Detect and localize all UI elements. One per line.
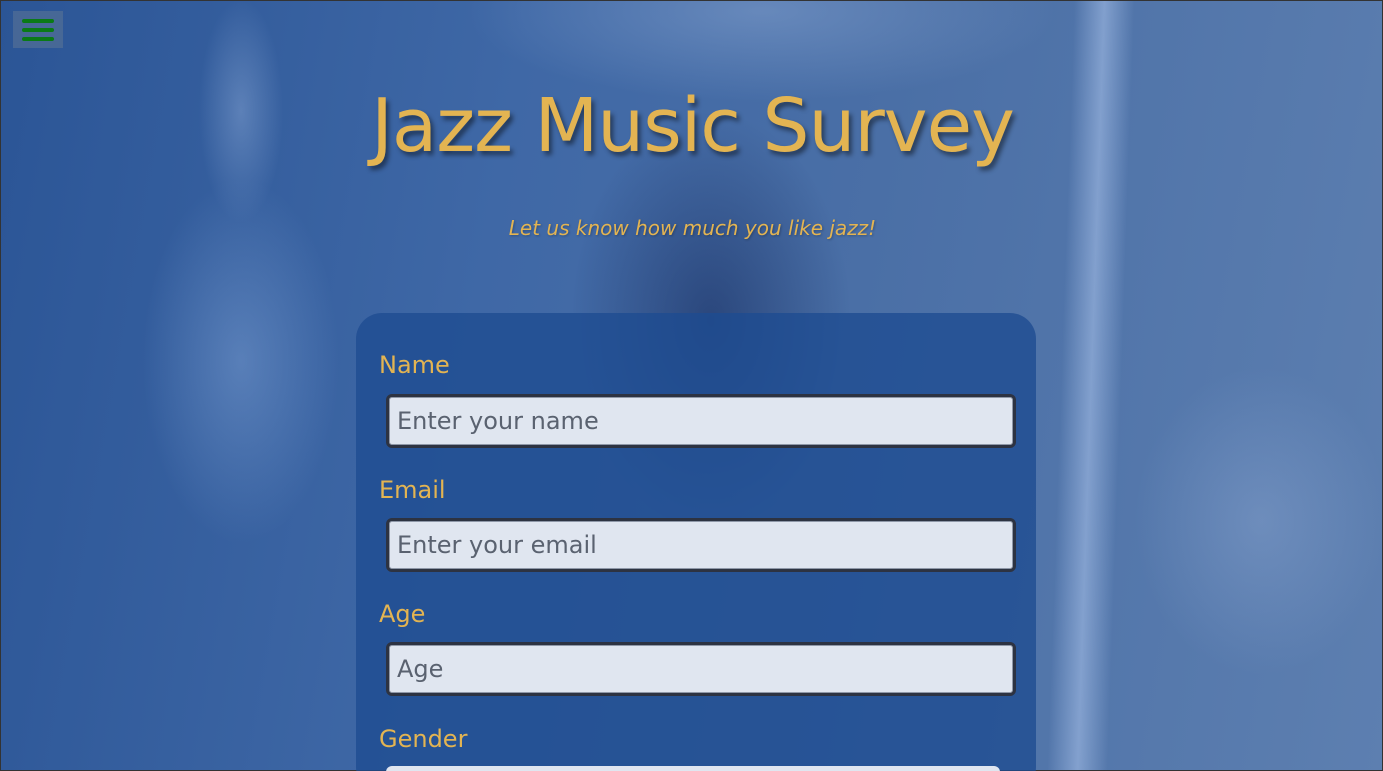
hamburger-menu-icon-bar <box>22 27 54 32</box>
hamburger-menu-icon-bar <box>22 36 54 41</box>
page-subtitle: Let us know how much you like jazz! <box>508 216 877 240</box>
age-input[interactable] <box>386 642 1016 696</box>
hamburger-menu-icon-bar <box>22 18 54 23</box>
email-label: Email <box>379 476 446 504</box>
age-label: Age <box>379 600 426 628</box>
email-input[interactable] <box>386 518 1016 572</box>
page-title: Jazz Music Survey <box>371 83 1015 169</box>
name-input[interactable] <box>386 394 1016 448</box>
survey-form: Name Email Age Gender <box>356 313 1036 771</box>
gender-label: Gender <box>379 725 468 753</box>
gender-select[interactable] <box>386 766 1000 771</box>
hamburger-menu-button[interactable] <box>13 11 63 48</box>
name-label: Name <box>379 351 450 379</box>
